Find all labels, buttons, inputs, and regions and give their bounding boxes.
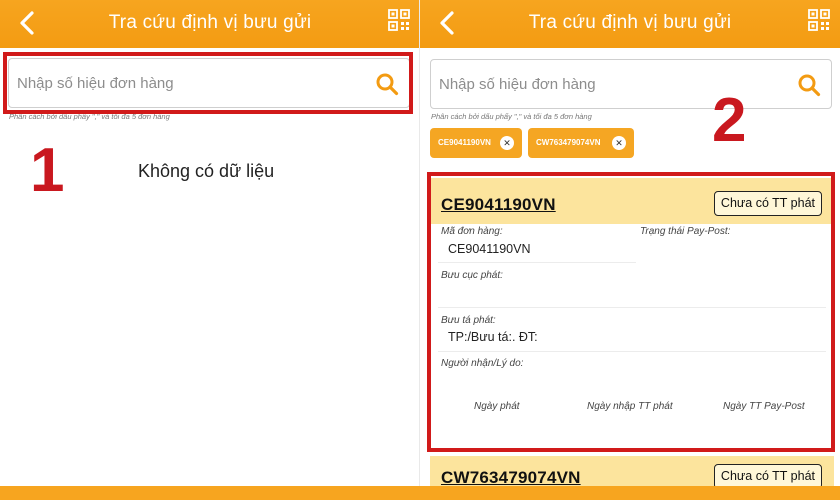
chip-label: CW763479074VN bbox=[536, 138, 601, 147]
field-separator bbox=[438, 307, 826, 308]
field-separator bbox=[438, 262, 636, 263]
search-button[interactable] bbox=[797, 73, 821, 97]
postman-label: Bưu tá phát: bbox=[441, 315, 496, 326]
page-title: Tra cứu định vị bưu gửi bbox=[528, 12, 732, 33]
page-title: Tra cứu định vị bưu gửi bbox=[108, 12, 312, 33]
order-chip[interactable]: CE9041190VN ✕ bbox=[430, 128, 522, 158]
step-number-2: 2 bbox=[712, 86, 747, 155]
result-card-header: CE9041190VN Chưa có TT phát bbox=[430, 178, 834, 224]
qr-code-icon bbox=[388, 9, 410, 31]
order-chip[interactable]: CW763479074VN ✕ bbox=[528, 128, 634, 158]
search-hint: Phân cách bởi dấu phẩy "," và tối đa 5 đ… bbox=[9, 112, 170, 121]
qr-scan-button[interactable] bbox=[388, 9, 410, 31]
post-office-label: Bưu cục phát: bbox=[441, 270, 503, 281]
delivery-date-label: Ngày phát bbox=[474, 401, 520, 412]
left-screen: Tra cứu định vị bưu gửi Nhập số hiệu đơn… bbox=[0, 0, 420, 500]
delivery-status-button[interactable]: Chưa có TT phát bbox=[713, 191, 822, 216]
search-button[interactable] bbox=[375, 72, 399, 96]
recipient-label: Người nhận/Lý do: bbox=[441, 358, 524, 369]
paypost-status-label: Trạng thái Pay-Post: bbox=[640, 226, 731, 237]
right-screen: Tra cứu định vị bưu gửi Nhập số hiệu đơn… bbox=[420, 0, 840, 500]
search-icon bbox=[798, 74, 821, 97]
field-separator bbox=[438, 351, 826, 352]
comparison-screenshot: Tra cứu định vị bưu gửi Nhập số hiệu đơn… bbox=[0, 0, 840, 500]
chip-label: CE9041190VN bbox=[438, 138, 491, 147]
order-code-label: Mã đơn hàng: bbox=[441, 226, 503, 237]
search-box bbox=[8, 58, 410, 108]
empty-state-message: Không có dữ liệu bbox=[138, 161, 275, 181]
postman-value: TP:/Bưu tá:. ĐT: bbox=[448, 330, 538, 344]
search-icon bbox=[376, 73, 399, 96]
app-bar: Tra cứu định vị bưu gửi bbox=[0, 0, 420, 48]
qr-scan-button[interactable] bbox=[808, 9, 830, 31]
qr-code-icon bbox=[808, 9, 830, 31]
search-input[interactable] bbox=[17, 59, 357, 107]
tracking-code[interactable]: CE9041190VN bbox=[441, 195, 556, 215]
bottom-strip bbox=[0, 486, 840, 500]
result-card: CE9041190VN Chưa có TT phát Mã đơn hàng:… bbox=[430, 178, 834, 446]
order-code-value: CE9041190VN bbox=[448, 242, 531, 256]
close-icon[interactable]: ✕ bbox=[500, 136, 514, 150]
paypost-date-label: Ngày TT Pay-Post bbox=[723, 401, 805, 412]
tracking-code[interactable]: CW763479074VN bbox=[441, 468, 581, 488]
step-number-1: 1 bbox=[30, 136, 65, 205]
close-icon[interactable]: ✕ bbox=[612, 136, 626, 150]
search-hint: Phân cách bởi dấu phẩy "," và tối đa 5 đ… bbox=[431, 112, 592, 121]
status-entry-date-label: Ngày nhập TT phát bbox=[587, 401, 673, 412]
search-box bbox=[430, 59, 832, 109]
app-bar: Tra cứu định vị bưu gửi bbox=[420, 0, 840, 48]
